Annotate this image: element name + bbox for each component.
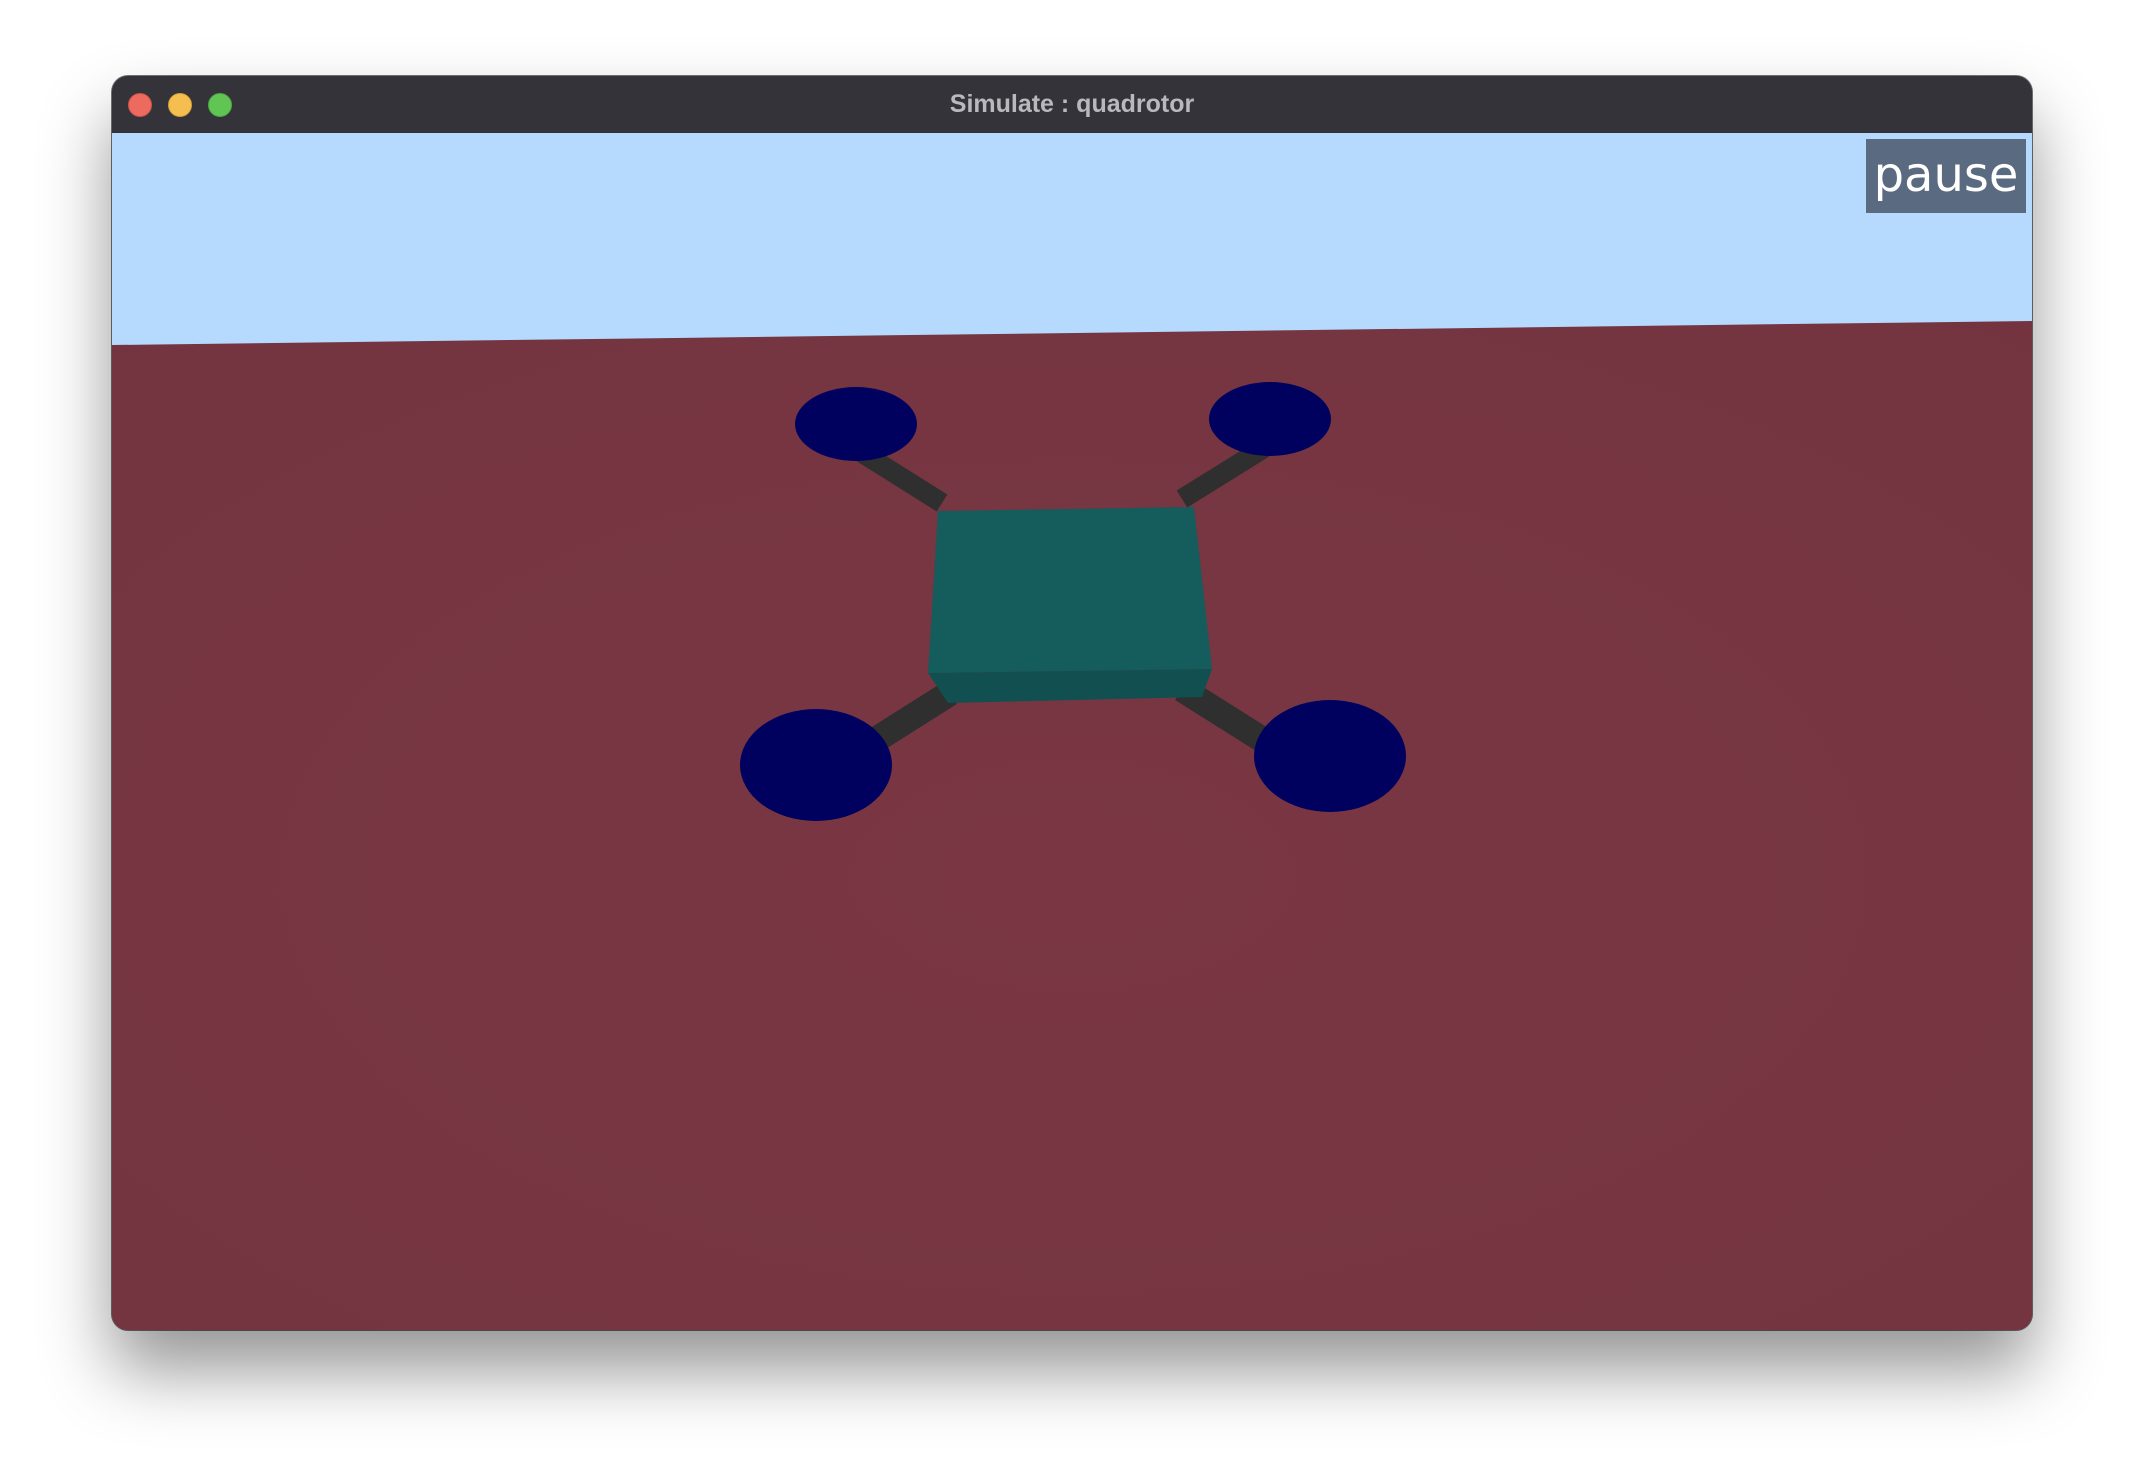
rotor-front-left <box>740 709 892 821</box>
scene-canvas[interactable] <box>112 133 2032 1330</box>
rotor-back-left <box>795 387 917 461</box>
rotor-front-right <box>1254 700 1406 812</box>
rotor-back-right <box>1209 382 1331 456</box>
quadrotor-body <box>928 507 1212 703</box>
simulation-viewport[interactable]: pause <box>112 133 2032 1330</box>
floor-plane <box>112 321 2032 1330</box>
pause-button[interactable]: pause <box>1866 139 2026 213</box>
title-bar[interactable]: Simulate : quadrotor <box>112 76 2032 134</box>
simulate-window: Simulate : quadrotor pause <box>112 76 2032 1330</box>
window-title: Simulate : quadrotor <box>949 90 1195 118</box>
